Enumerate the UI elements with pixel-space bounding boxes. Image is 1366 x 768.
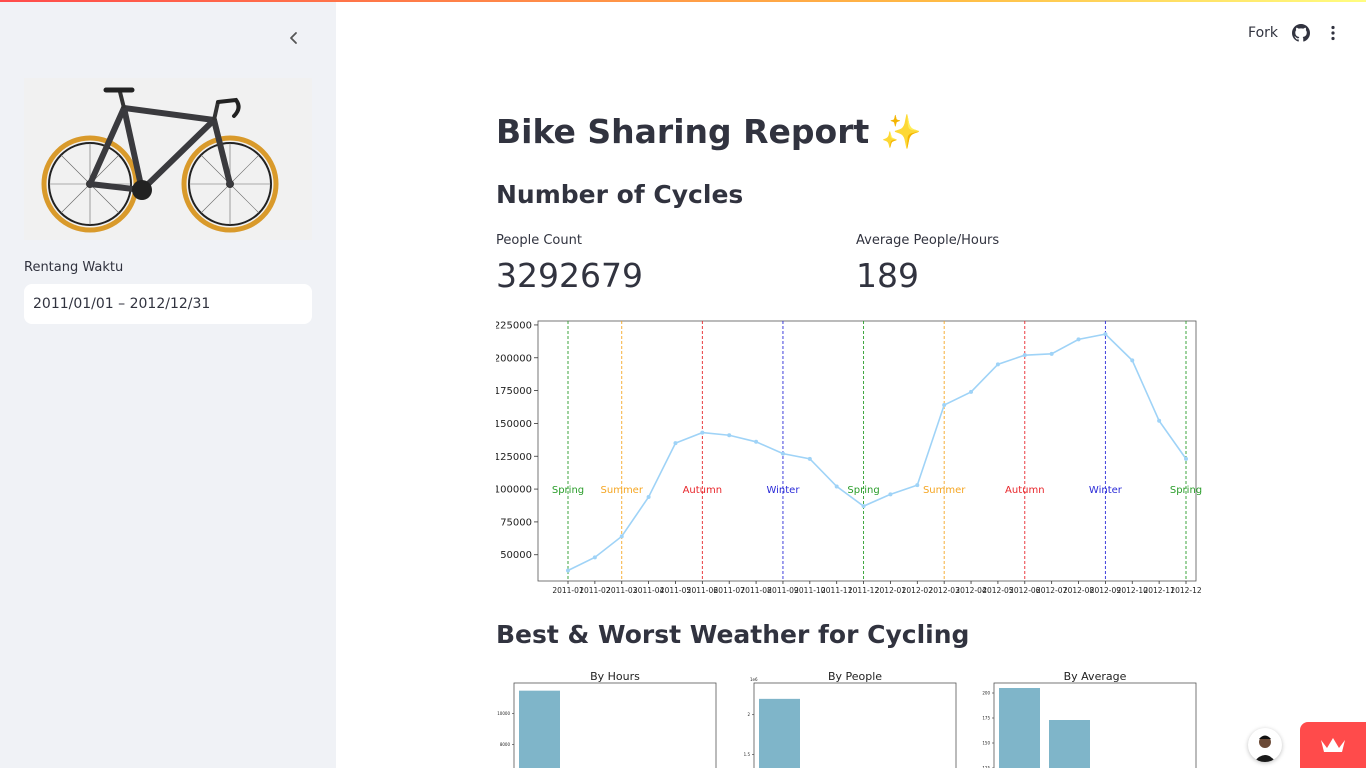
cycles-data-point [861,504,866,509]
bar [759,698,800,768]
main-content: Bike Sharing Report ✨ Number of Cycles P… [336,0,1366,768]
cycles-data-point [727,433,732,438]
cycles-data-point [1130,358,1135,363]
metric-people-count-value: 3292679 [496,256,643,295]
cycles-data-point [1076,337,1081,342]
cycles-data-point [1022,353,1027,358]
season-marker-label: Summer [923,485,966,496]
season-marker-label: Winter [766,485,800,496]
cycles-series-line [567,333,1187,572]
season-marker-label: Autumn [683,485,723,496]
season-marker-label: Spring [552,485,584,496]
chart-title: By Hours [590,670,640,683]
plot-frame [537,320,1197,582]
cycles-data-point [915,483,920,488]
y-tick-label: 2 [747,712,750,717]
season-marker-label: Winter [1089,485,1123,496]
section-best-worst-weather: Best & Worst Weather for Cycling [496,620,970,649]
y-tick-label: 175000 [496,386,532,397]
y-tick-label: 150 [982,741,990,746]
cycles-data-point [700,430,705,435]
collapse-sidebar-button[interactable] [282,26,306,50]
date-range-label: Rentang Waktu [24,260,124,275]
y-tick-label: 8000 [500,742,511,747]
cycles-data-point [619,534,624,539]
bar [999,688,1040,768]
chart-title: By People [828,670,882,683]
page-title: Bike Sharing Report ✨ [496,112,922,151]
cycles-data-point [673,441,678,446]
season-marker-label: Spring [847,485,879,496]
y-tick-label: 175 [982,716,990,721]
season-marker-label: Spring [1170,485,1202,496]
sidebar: Rentang Waktu 2011/01/01 – 2012/12/31 [0,0,336,768]
bike-image [24,78,312,240]
crown-icon [1321,738,1345,752]
cycles-data-point [995,362,1000,367]
y-tick-label: 125000 [496,452,532,463]
chevron-left-icon [290,32,297,44]
section-number-of-cycles: Number of Cycles [496,180,744,209]
cycles-data-point [780,451,785,456]
top-decoration-bar [0,0,1366,2]
monthly-cycles-line-chart: 50000 75000 100000 125000 150000 175000 200000… [496,320,1202,595]
y-tick-label: 50000 [500,550,532,561]
metric-average-value: 189 [856,256,919,295]
streamlit-badge[interactable] [1300,722,1366,768]
metric-average-label: Average People/Hours [856,233,1000,248]
cycles-data-point [834,484,839,489]
cycles-data-point [1184,456,1188,461]
bar [1049,720,1090,768]
chart-title: By Average [1064,670,1127,683]
scale-label: 1e6 [750,677,758,682]
cycles-data-point [888,492,893,497]
y-tick-label: 10000 [497,711,510,716]
y-tick-label: 75000 [500,517,532,528]
cycles-data-point [592,555,597,560]
y-tick-label: 200000 [496,353,532,364]
y-tick-label: 150000 [496,419,532,430]
cycles-data-point [566,568,570,573]
metric-people-count-label: People Count [496,233,582,248]
user-avatar[interactable] [1248,728,1282,762]
cycles-data-point [807,456,812,461]
season-marker-label: Autumn [1005,485,1045,496]
y-tick-label: 225000 [496,320,532,331]
season-marker-label: Summer [601,485,644,496]
by-people-bar-chart: By People 1e6 1.5 2 [744,670,957,768]
cycles-data-point [646,494,651,499]
date-range-input[interactable]: 2011/01/01 – 2012/12/31 [24,284,312,324]
cycles-data-point [969,389,974,394]
bar [519,690,560,768]
x-tick-label: 2012-12 [1170,586,1202,595]
y-tick-label: 200 [982,691,990,696]
cycles-data-point [1103,332,1108,337]
cycles-data-point [1049,351,1054,356]
y-tick-label: 1.5 [744,752,751,757]
by-hours-bar-chart: By Hours 8000 10000 [497,670,717,768]
cycles-data-point [754,439,759,444]
cycles-data-point [942,403,947,408]
cycles-data-point [1157,418,1162,423]
y-tick-label: 100000 [496,485,532,496]
by-average-bar-chart: By Average125150175200 [982,670,1197,768]
